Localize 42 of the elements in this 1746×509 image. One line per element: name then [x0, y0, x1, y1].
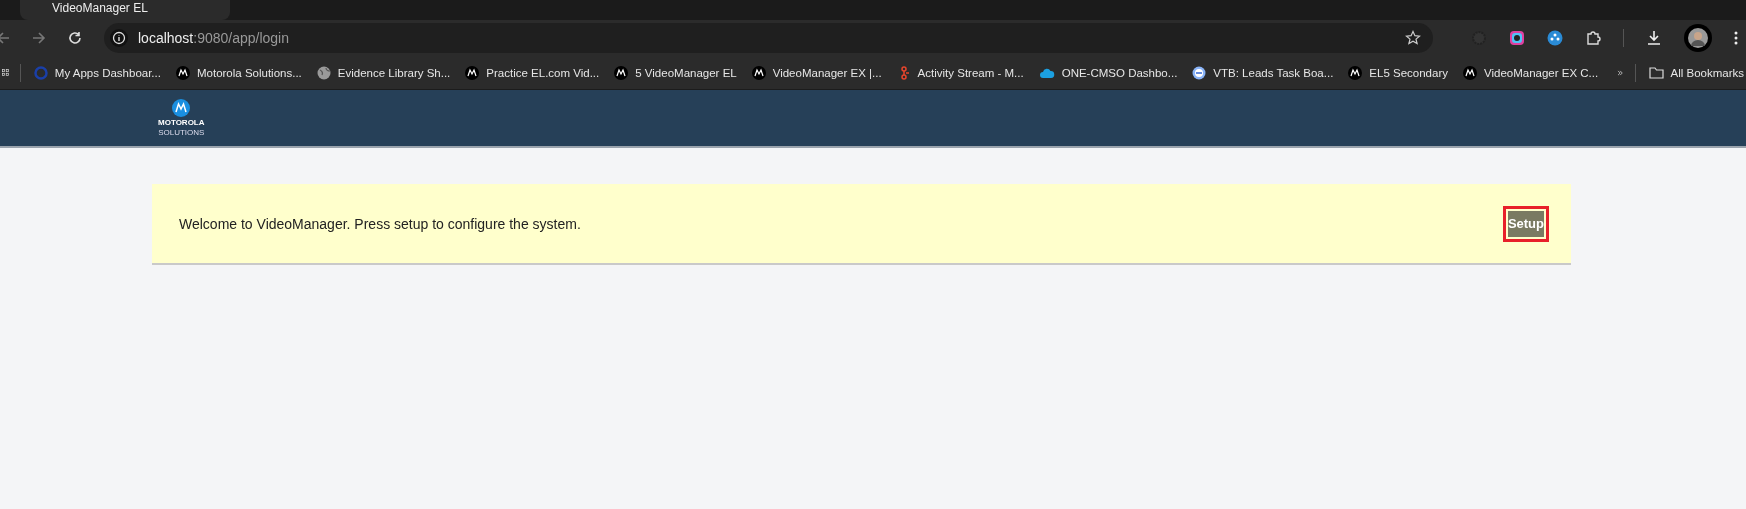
forward-icon[interactable] [32, 31, 46, 45]
extension-icon[interactable] [1547, 30, 1563, 46]
download-icon[interactable] [1646, 30, 1662, 46]
puzzle-icon[interactable] [1585, 30, 1601, 46]
address-bar[interactable]: localhost:9080/app/login [104, 23, 1433, 53]
logo-icon [175, 65, 190, 80]
bookmark[interactable]: Evidence Library Sh... [314, 65, 453, 80]
logo-text: MOTOROLA [158, 118, 205, 127]
folder-icon [1648, 66, 1664, 79]
apps-grid-icon[interactable] [2, 66, 9, 79]
bookmark[interactable]: Practice EL.com Vid... [463, 65, 602, 80]
info-icon[interactable] [110, 29, 128, 47]
bookmark[interactable]: My Apps Dashboar... [31, 65, 163, 80]
logo-icon [172, 99, 191, 117]
bookmark[interactable]: Motorola Solutions... [173, 65, 304, 80]
star-icon[interactable] [1405, 30, 1421, 46]
reload-icon[interactable] [68, 31, 82, 45]
bookmark[interactable]: EL5 Secondary [1346, 65, 1450, 80]
bookmark[interactable]: 5 VideoManager EL [612, 65, 739, 80]
bookmark[interactable]: VideoManager EX |... [749, 65, 884, 80]
bookmark[interactable]: Activity Stream - M... [894, 65, 1026, 80]
extension-icon[interactable] [1509, 30, 1525, 46]
cloud-icon [1038, 66, 1055, 79]
badge-icon [1192, 65, 1207, 80]
logo-icon [614, 65, 629, 80]
bookmark[interactable]: ONE-CMSO Dashbo... [1036, 66, 1180, 79]
back-icon[interactable] [0, 31, 10, 45]
welcome-message: Welcome to VideoManager. Press setup to configure the system. [179, 215, 581, 232]
logo-text: SOLUTIONS [158, 128, 205, 137]
bookmark[interactable]: VTB: Leads Task Boa... [1190, 65, 1336, 80]
logo-icon [465, 65, 480, 80]
bookmark[interactable]: VideoManager EX C... [1460, 65, 1601, 80]
ring-icon [33, 65, 48, 80]
logo-icon [1348, 65, 1363, 80]
menu-icon[interactable] [1734, 31, 1738, 45]
setup-button[interactable]: Setup [1502, 205, 1549, 242]
browser-tab[interactable]: VideoManager EL [20, 0, 230, 20]
globe-icon [316, 65, 331, 80]
avatar-icon[interactable] [1684, 24, 1712, 52]
all-bookmarks[interactable]: All Bookmarks [1646, 66, 1746, 79]
logo-icon [1462, 65, 1477, 80]
logo-icon [751, 65, 766, 80]
